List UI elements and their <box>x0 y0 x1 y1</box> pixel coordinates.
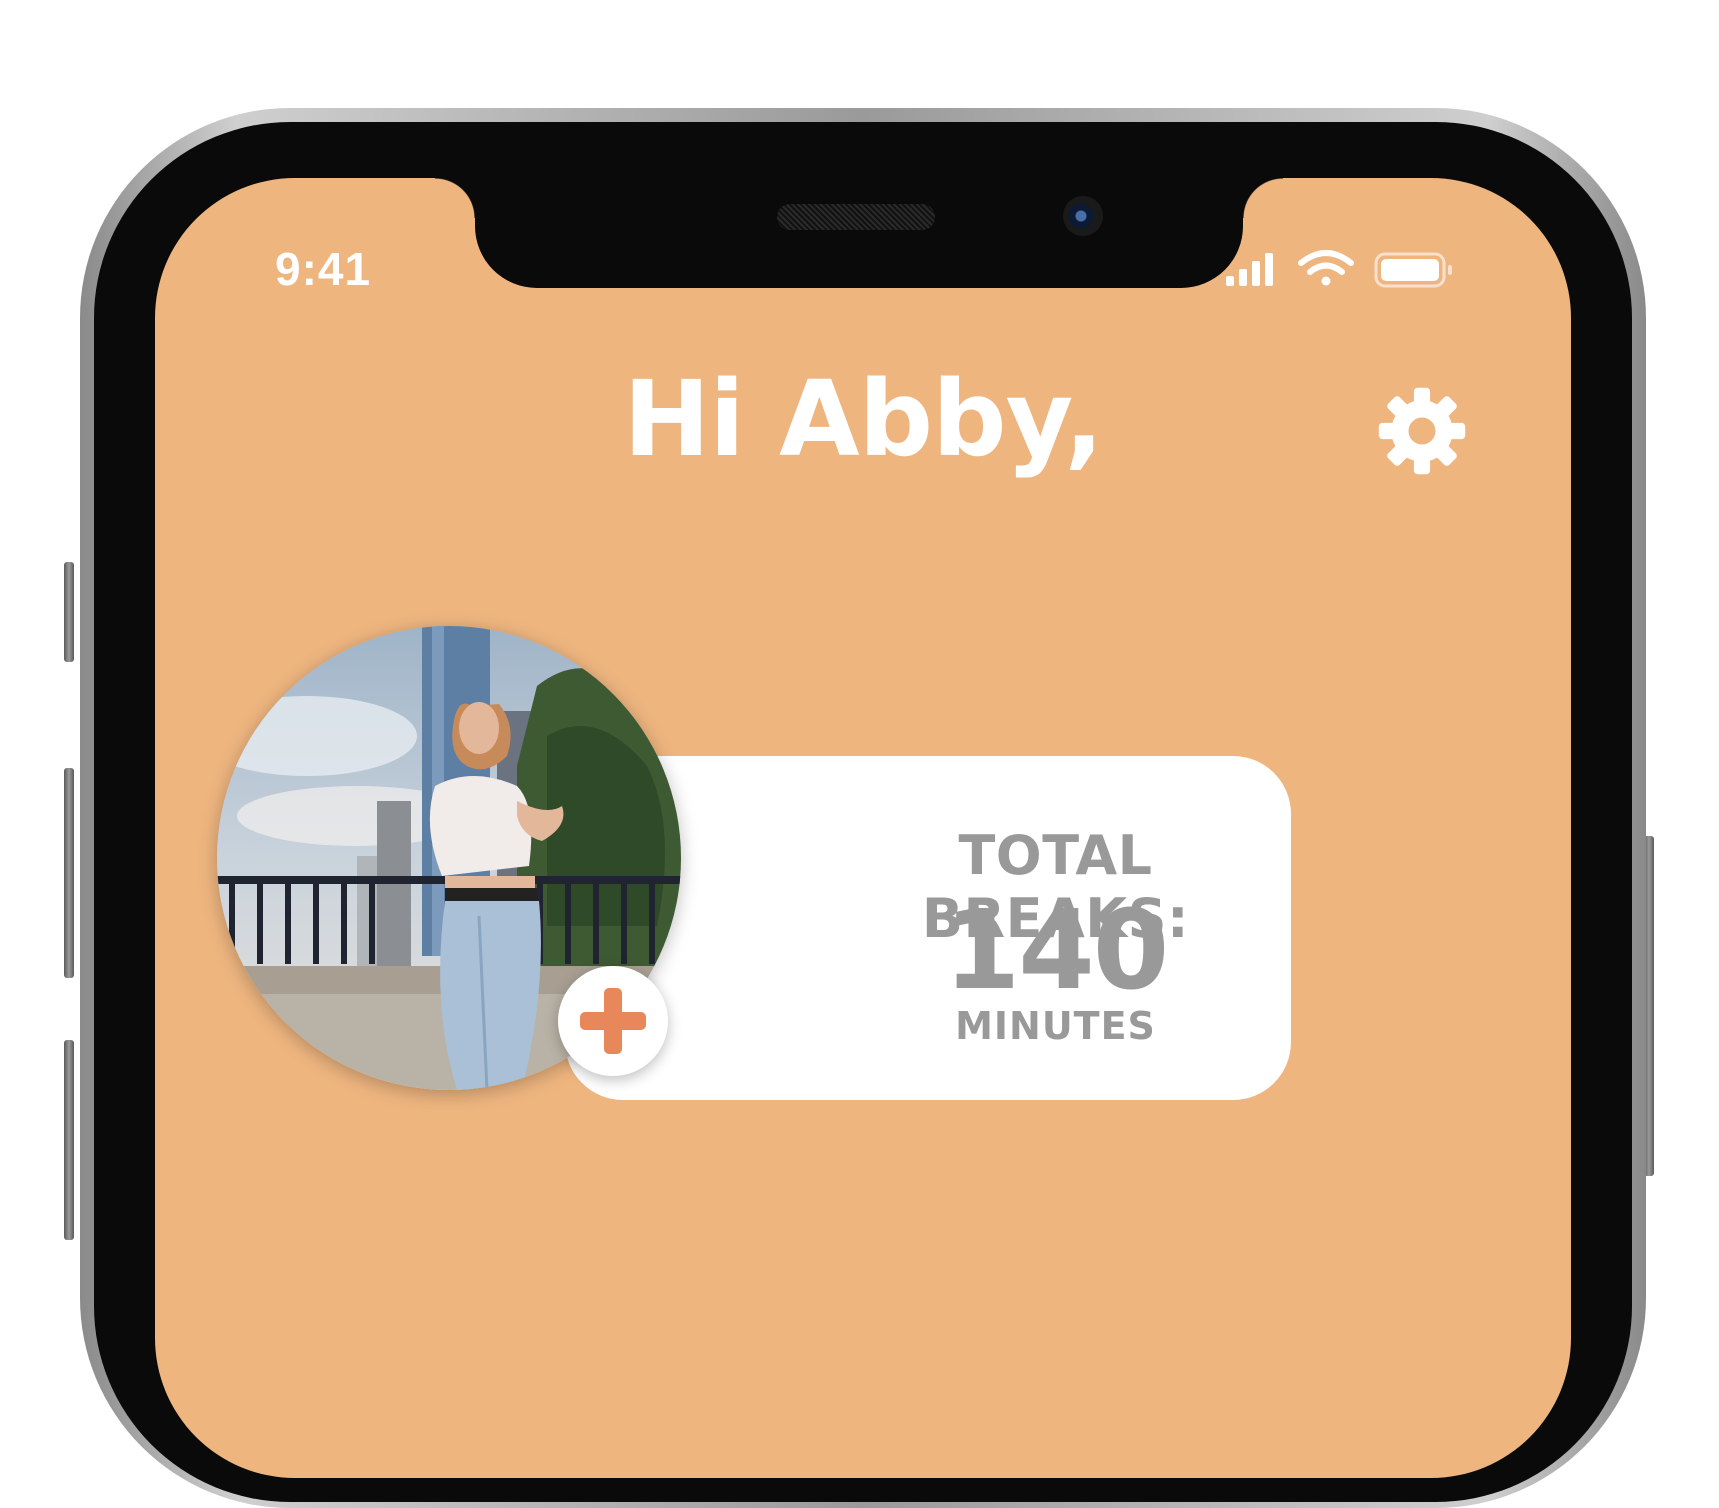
total-breaks-value: 140 <box>943 886 1170 1014</box>
status-icons <box>1226 250 1456 290</box>
gear-icon <box>1378 387 1466 475</box>
volume-down-button <box>64 1040 74 1240</box>
settings-button[interactable] <box>1377 386 1467 480</box>
greeting-title: Hi Abby, <box>623 358 1104 480</box>
plus-icon <box>580 988 646 1054</box>
total-breaks-unit: MINUTES <box>955 1004 1156 1048</box>
wifi-icon <box>1298 250 1354 286</box>
status-time: 9:41 <box>275 243 372 295</box>
volume-up-button <box>64 768 74 978</box>
mute-switch <box>64 562 74 662</box>
speaker-grille <box>777 204 935 230</box>
add-photo-button[interactable] <box>558 966 668 1076</box>
notch <box>435 178 1283 288</box>
phone-screen: 9:41 Hi Abby, TOTAL BREAKS: 140 MINUTES <box>155 178 1571 1478</box>
battery-icon <box>1374 252 1452 288</box>
front-camera <box>1063 196 1103 236</box>
